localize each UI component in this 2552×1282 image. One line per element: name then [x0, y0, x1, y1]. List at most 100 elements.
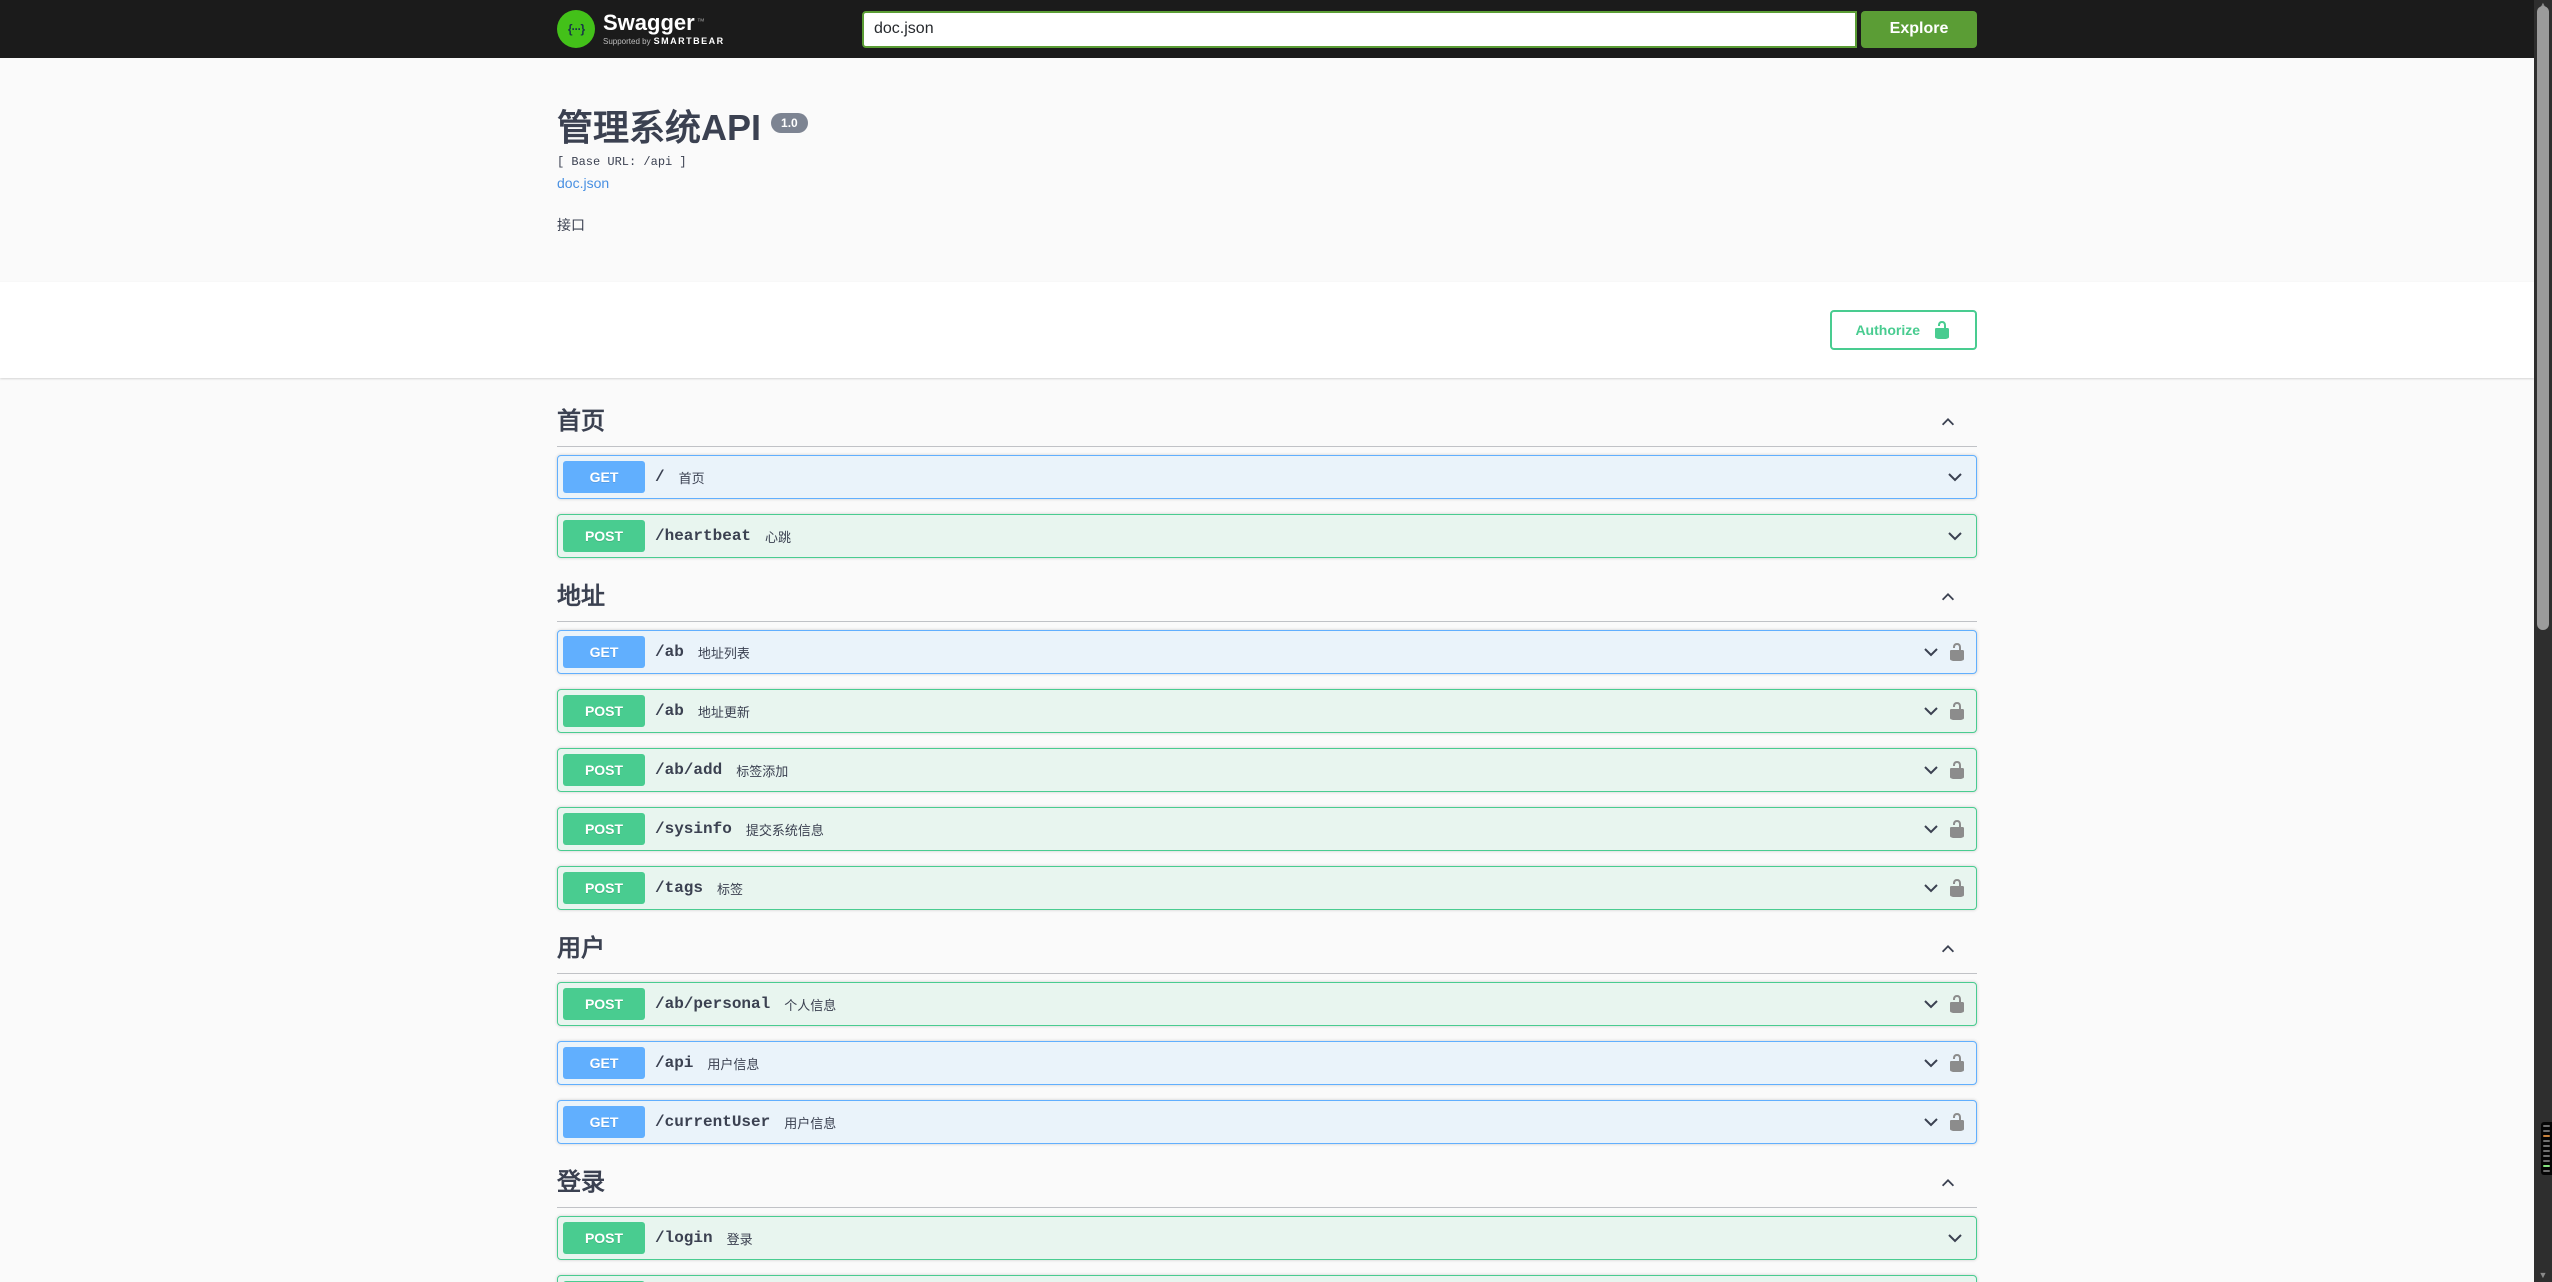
spec-link[interactable]: doc.json	[557, 175, 609, 191]
swagger-page: {···} Swagger™ Supported bySMARTBEAR Exp…	[0, 0, 2534, 1282]
tag-header[interactable]: 用户	[557, 925, 1977, 975]
chevron-up-icon[interactable]	[1939, 588, 1957, 606]
operation-row: GET /api 用户信息	[557, 1041, 1977, 1086]
endpoint-summary: 首页	[678, 470, 705, 486]
endpoint-summary: 心跳	[765, 529, 792, 545]
unlock-icon	[1932, 320, 1952, 340]
chevron-down-icon[interactable]	[1921, 819, 1941, 839]
operation-row: POST /ab/add 标签添加	[557, 748, 1977, 793]
chevron-down-icon[interactable]	[1945, 1228, 1965, 1248]
method-badge: POST	[563, 695, 645, 728]
api-title-text: 管理系统API	[557, 107, 762, 148]
auth-lock-button[interactable]	[1947, 819, 1967, 839]
endpoint-path: /currentUser	[655, 1113, 771, 1132]
operation-summary[interactable]: POST /tags 标签	[558, 867, 1976, 909]
endpoint-summary: 用户信息	[707, 1056, 760, 1072]
method-badge: POST	[563, 1222, 645, 1255]
operation-summary[interactable]: GET /currentUser 用户信息	[558, 1101, 1976, 1143]
operation-summary[interactable]: POST /login/status 登录状态	[558, 1276, 1976, 1282]
operation-summary[interactable]: GET /api 用户信息	[558, 1042, 1976, 1084]
section-title: 首页	[557, 408, 605, 436]
endpoint-summary: 个人信息	[784, 997, 837, 1013]
endpoint-path: /sysinfo	[655, 820, 732, 839]
chevron-up-icon[interactable]	[1939, 940, 1957, 958]
operation-summary[interactable]: POST /ab/add 标签添加	[558, 749, 1976, 791]
tag-section: 地址 GET /ab 地址列表 POST /ab 地址更新 POST /ab/a…	[557, 573, 1977, 911]
scrollbar-minimap	[2541, 1122, 2552, 1175]
chevron-down-icon[interactable]	[1921, 1053, 1941, 1073]
tag-header[interactable]: 登录	[557, 1159, 1977, 1209]
scrollbar-thumb[interactable]	[2537, 6, 2549, 630]
padlock-icon	[1947, 701, 1967, 721]
section-rows: POST /login 登录 POST /login/status 登录状态	[557, 1216, 1977, 1282]
version-badge: 1.0	[771, 113, 808, 134]
auth-lock-button[interactable]	[1947, 1053, 1967, 1073]
chevron-down-icon[interactable]	[1921, 994, 1941, 1014]
tag-header[interactable]: 地址	[557, 573, 1977, 623]
method-badge: POST	[563, 988, 645, 1021]
auth-lock-button[interactable]	[1947, 994, 1967, 1014]
chevron-down-icon[interactable]	[1921, 642, 1941, 662]
operation-row: POST /ab 地址更新	[557, 689, 1977, 734]
section-title: 用户	[557, 935, 605, 963]
endpoint-path: /ab/add	[655, 761, 723, 780]
operation-row: GET /currentUser 用户信息	[557, 1100, 1977, 1145]
padlock-icon	[1947, 1112, 1967, 1132]
scheme-container: Authorize	[0, 282, 2534, 379]
spec-url-input[interactable]	[862, 10, 1857, 48]
logo-trademark: ™	[696, 16, 705, 26]
endpoint-summary: 标签添加	[736, 763, 789, 779]
auth-lock-button[interactable]	[1947, 701, 1967, 721]
section-title: 登录	[557, 1169, 605, 1197]
endpoint-summary: 地址更新	[697, 704, 750, 720]
operation-summary[interactable]: POST /ab/personal 个人信息	[558, 983, 1976, 1025]
base-url: [ Base URL: /api ]	[557, 155, 687, 170]
operation-summary[interactable]: GET / 首页	[558, 456, 1976, 498]
auth-lock-button[interactable]	[1947, 878, 1967, 898]
chevron-up-icon[interactable]	[1939, 413, 1957, 431]
auth-lock-button[interactable]	[1947, 642, 1967, 662]
authorize-button[interactable]: Authorize	[1830, 310, 1977, 351]
operation-summary[interactable]: POST /login 登录	[558, 1217, 1976, 1259]
auth-lock-button[interactable]	[1947, 760, 1967, 780]
padlock-icon	[1947, 760, 1967, 780]
chevron-down-icon[interactable]	[1921, 878, 1941, 898]
method-badge: POST	[563, 813, 645, 846]
method-badge: GET	[563, 1106, 645, 1139]
method-badge: POST	[563, 754, 645, 787]
chevron-up-icon[interactable]	[1939, 1174, 1957, 1192]
method-badge: POST	[563, 520, 645, 553]
method-badge: GET	[563, 1047, 645, 1080]
chevron-down-icon[interactable]	[1921, 760, 1941, 780]
chevron-down-icon[interactable]	[1945, 526, 1965, 546]
endpoint-path: /ab/personal	[655, 995, 771, 1014]
endpoint-summary: 提交系统信息	[745, 822, 824, 838]
smartbear-label: SMARTBEAR	[653, 36, 725, 46]
section-rows: POST /ab/personal 个人信息 GET /api 用户信息 GET…	[557, 982, 1977, 1145]
endpoint-path: /tags	[655, 879, 704, 898]
chevron-down-icon[interactable]	[1945, 467, 1965, 487]
operation-summary[interactable]: POST /heartbeat 心跳	[558, 515, 1976, 557]
swagger-logo[interactable]: {···} Swagger ™ Supported by SMARTBEAR	[557, 10, 725, 48]
auth-lock-button[interactable]	[1947, 1112, 1967, 1132]
info-section: 管理系统API 1.0 [ Base URL: /api ] doc.json 接…	[0, 58, 2534, 283]
operation-summary[interactable]: POST /ab 地址更新	[558, 690, 1976, 732]
endpoint-path: /ab	[655, 702, 684, 721]
operation-summary[interactable]: POST /sysinfo 提交系统信息	[558, 808, 1976, 850]
logo-subtitle: Supported by SMARTBEAR	[603, 36, 725, 46]
padlock-icon	[1947, 642, 1967, 662]
scrollbar-down-arrow[interactable]: ▼	[2534, 1271, 2552, 1280]
padlock-icon	[1947, 994, 1967, 1014]
operation-summary[interactable]: GET /ab 地址列表	[558, 631, 1976, 673]
padlock-icon	[1947, 878, 1967, 898]
chevron-down-icon[interactable]	[1921, 1112, 1941, 1132]
operation-row: POST /login 登录	[557, 1216, 1977, 1261]
operation-row: GET / 首页	[557, 455, 1977, 500]
tag-section: 登录 POST /login 登录 POST /login/status 登录状…	[557, 1159, 1977, 1282]
chevron-down-icon[interactable]	[1921, 701, 1941, 721]
tag-header[interactable]: 首页	[557, 398, 1977, 448]
explore-button[interactable]: Explore	[1861, 10, 1977, 48]
logo-title: Swagger	[603, 10, 695, 35]
endpoint-path: /api	[655, 1054, 694, 1073]
operation-row: POST /sysinfo 提交系统信息	[557, 807, 1977, 852]
